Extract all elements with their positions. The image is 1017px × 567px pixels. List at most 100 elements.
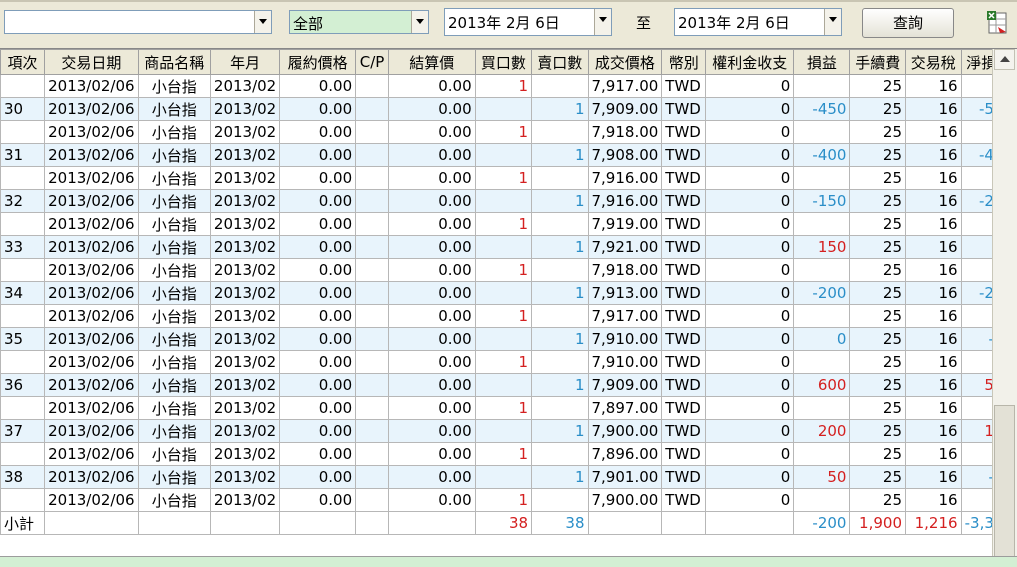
filter-combo[interactable]: 全部 — [289, 10, 429, 34]
cell-strike: 0.00 — [279, 281, 357, 305]
excel-export-icon[interactable] — [986, 10, 1010, 36]
table-row[interactable]: 2013/02/06 小台指 2013/02 0.00 0.00 1 7,896.00 TWD… — [0, 442, 1017, 466]
cell-ym: 2013/02 — [209, 442, 281, 466]
cell-strike: 0.00 — [279, 212, 357, 236]
chevron-down-icon[interactable] — [254, 11, 271, 33]
table-row[interactable]: 2013/02/06 小台指 2013/02 0.00 0.00 1 7,900.00 TWD… — [0, 488, 1017, 512]
date-from-picker[interactable]: 2013年 2月 6日 — [444, 8, 612, 36]
column-header[interactable]: 手續費 — [849, 49, 906, 75]
cell-no — [0, 396, 46, 420]
table-row[interactable]: 2013/02/06 小台指 2013/02 0.00 0.00 1 7,916.00 TWD… — [0, 166, 1017, 190]
cell-cur: TWD — [661, 327, 707, 351]
cell-sell — [531, 304, 589, 328]
table-row[interactable]: 38 2013/02/06 小台指 2013/02 0.00 0.00 1 7,901.00 T… — [0, 465, 1017, 489]
cell-strike: 0.00 — [279, 488, 357, 512]
vertical-scrollbar[interactable] — [992, 49, 1017, 557]
column-header[interactable]: 幣別 — [661, 49, 707, 75]
table-row[interactable]: 2013/02/06 小台指 2013/02 0.00 0.00 1 7,919.00 TWD… — [0, 212, 1017, 236]
account-combo[interactable] — [4, 10, 272, 34]
cell-premium: 0 — [705, 327, 795, 351]
column-header[interactable]: 損益 — [793, 49, 851, 75]
query-button[interactable]: 查詢 — [862, 8, 954, 38]
cell-cur: TWD — [661, 74, 707, 98]
chevron-down-icon[interactable] — [411, 11, 428, 33]
cell-no: 34 — [0, 281, 46, 305]
cell-fee: 25 — [849, 74, 906, 98]
table-row[interactable]: 34 2013/02/06 小台指 2013/02 0.00 0.00 1 7,913.00 T… — [0, 281, 1017, 305]
cell-tax: 16 — [905, 419, 962, 443]
date-to-picker[interactable]: 2013年 2月 6日 — [674, 8, 842, 36]
cell-sell: 1 — [531, 419, 589, 443]
cell-sell — [531, 488, 589, 512]
cell-date: 2013/02/06 — [44, 74, 139, 98]
toolbar-top-border — [0, 0, 1017, 2]
cell-settle: 0.00 — [387, 396, 476, 420]
column-header[interactable]: 權利金收支 — [705, 49, 795, 75]
cell-fee: 25 — [849, 212, 906, 236]
table-row[interactable]: 2013/02/06 小台指 2013/02 0.00 0.00 1 7,917.00 TWD… — [0, 74, 1017, 98]
table-row[interactable]: 33 2013/02/06 小台指 2013/02 0.00 0.00 1 7,921.00 T… — [0, 235, 1017, 259]
cell-price: 7,919.00 — [587, 212, 663, 236]
cell-price: 7,916.00 — [587, 189, 663, 213]
column-header[interactable]: 買口數 — [474, 49, 533, 75]
cell-settle: 0.00 — [387, 120, 476, 144]
cell-no — [0, 304, 46, 328]
cell-date: 2013/02/06 — [44, 304, 139, 328]
cell-fee: 25 — [849, 419, 906, 443]
cell-pl — [793, 304, 851, 328]
cell-tax: 16 — [905, 373, 962, 397]
column-header[interactable]: 商品名稱 — [137, 49, 211, 75]
cell-strike: 0.00 — [279, 97, 357, 121]
column-header[interactable]: 成交價格 — [587, 49, 663, 75]
table-row[interactable]: 2013/02/06 小台指 2013/02 0.00 0.00 1 7,918.00 TWD… — [0, 258, 1017, 282]
cell-tax: 16 — [905, 258, 962, 282]
chevron-down-icon[interactable] — [594, 9, 611, 35]
cell-cp — [355, 120, 389, 144]
column-header[interactable]: 項次 — [0, 49, 46, 75]
column-header[interactable]: 結算價 — [387, 49, 476, 75]
cell-settle: 0.00 — [387, 97, 476, 121]
cell-product: 小台指 — [137, 166, 211, 190]
table-row[interactable]: 2013/02/06 小台指 2013/02 0.00 0.00 1 7,897.00 TWD… — [0, 396, 1017, 420]
cell-price: 7,910.00 — [587, 327, 663, 351]
column-header[interactable]: 交易稅 — [905, 49, 962, 75]
cell-fee: 25 — [849, 465, 906, 489]
cell-no: 32 — [0, 189, 46, 213]
table-row[interactable]: 36 2013/02/06 小台指 2013/02 0.00 0.00 1 7,909.00 T… — [0, 373, 1017, 397]
cell-product: 小台指 — [137, 350, 211, 374]
table-row[interactable]: 2013/02/06 小台指 2013/02 0.00 0.00 1 7,917.00 TWD… — [0, 304, 1017, 328]
scroll-up-icon[interactable] — [994, 49, 1015, 70]
subtotal-empty-cell — [355, 511, 389, 535]
scroll-thumb[interactable] — [994, 405, 1015, 557]
table-row[interactable]: 35 2013/02/06 小台指 2013/02 0.00 0.00 1 7,910.00 T… — [0, 327, 1017, 351]
cell-premium: 0 — [705, 74, 795, 98]
table-row[interactable]: 2013/02/06 小台指 2013/02 0.00 0.00 1 7,910.00 TWD… — [0, 350, 1017, 374]
table-row[interactable]: 31 2013/02/06 小台指 2013/02 0.00 0.00 1 7,908.00 T… — [0, 143, 1017, 167]
column-header[interactable]: 交易日期 — [44, 49, 139, 75]
cell-ym: 2013/02 — [209, 419, 281, 443]
table-row[interactable]: 37 2013/02/06 小台指 2013/02 0.00 0.00 1 7,900.00 T… — [0, 419, 1017, 443]
column-header[interactable]: 履約價格 — [279, 49, 357, 75]
subtotal-empty-cell — [209, 511, 281, 535]
table-row[interactable]: 30 2013/02/06 小台指 2013/02 0.00 0.00 1 7,909.00 T… — [0, 97, 1017, 121]
table-row[interactable]: 2013/02/06 小台指 2013/02 0.00 0.00 1 7,918.00 TWD… — [0, 120, 1017, 144]
cell-buy — [474, 235, 533, 259]
cell-buy: 1 — [474, 120, 533, 144]
cell-price: 7,916.00 — [587, 166, 663, 190]
chevron-down-icon[interactable] — [824, 9, 841, 35]
cell-settle: 0.00 — [387, 442, 476, 466]
table-row[interactable]: 32 2013/02/06 小台指 2013/02 0.00 0.00 1 7,916.00 T… — [0, 189, 1017, 213]
cell-no: 36 — [0, 373, 46, 397]
cell-product: 小台指 — [137, 212, 211, 236]
column-header[interactable]: 賣口數 — [531, 49, 589, 75]
cell-tax: 16 — [905, 212, 962, 236]
cell-cur: TWD — [661, 304, 707, 328]
cell-product: 小台指 — [137, 442, 211, 466]
cell-buy — [474, 419, 533, 443]
cell-sell: 1 — [531, 465, 589, 489]
cell-tax: 16 — [905, 488, 962, 512]
cell-tax: 16 — [905, 189, 962, 213]
column-header[interactable]: 年月 — [209, 49, 281, 75]
column-header[interactable]: C/P — [355, 49, 389, 75]
subtotal-row: 小計 38 38 -200 1,900 1,216 -3,316 — [0, 511, 1017, 535]
